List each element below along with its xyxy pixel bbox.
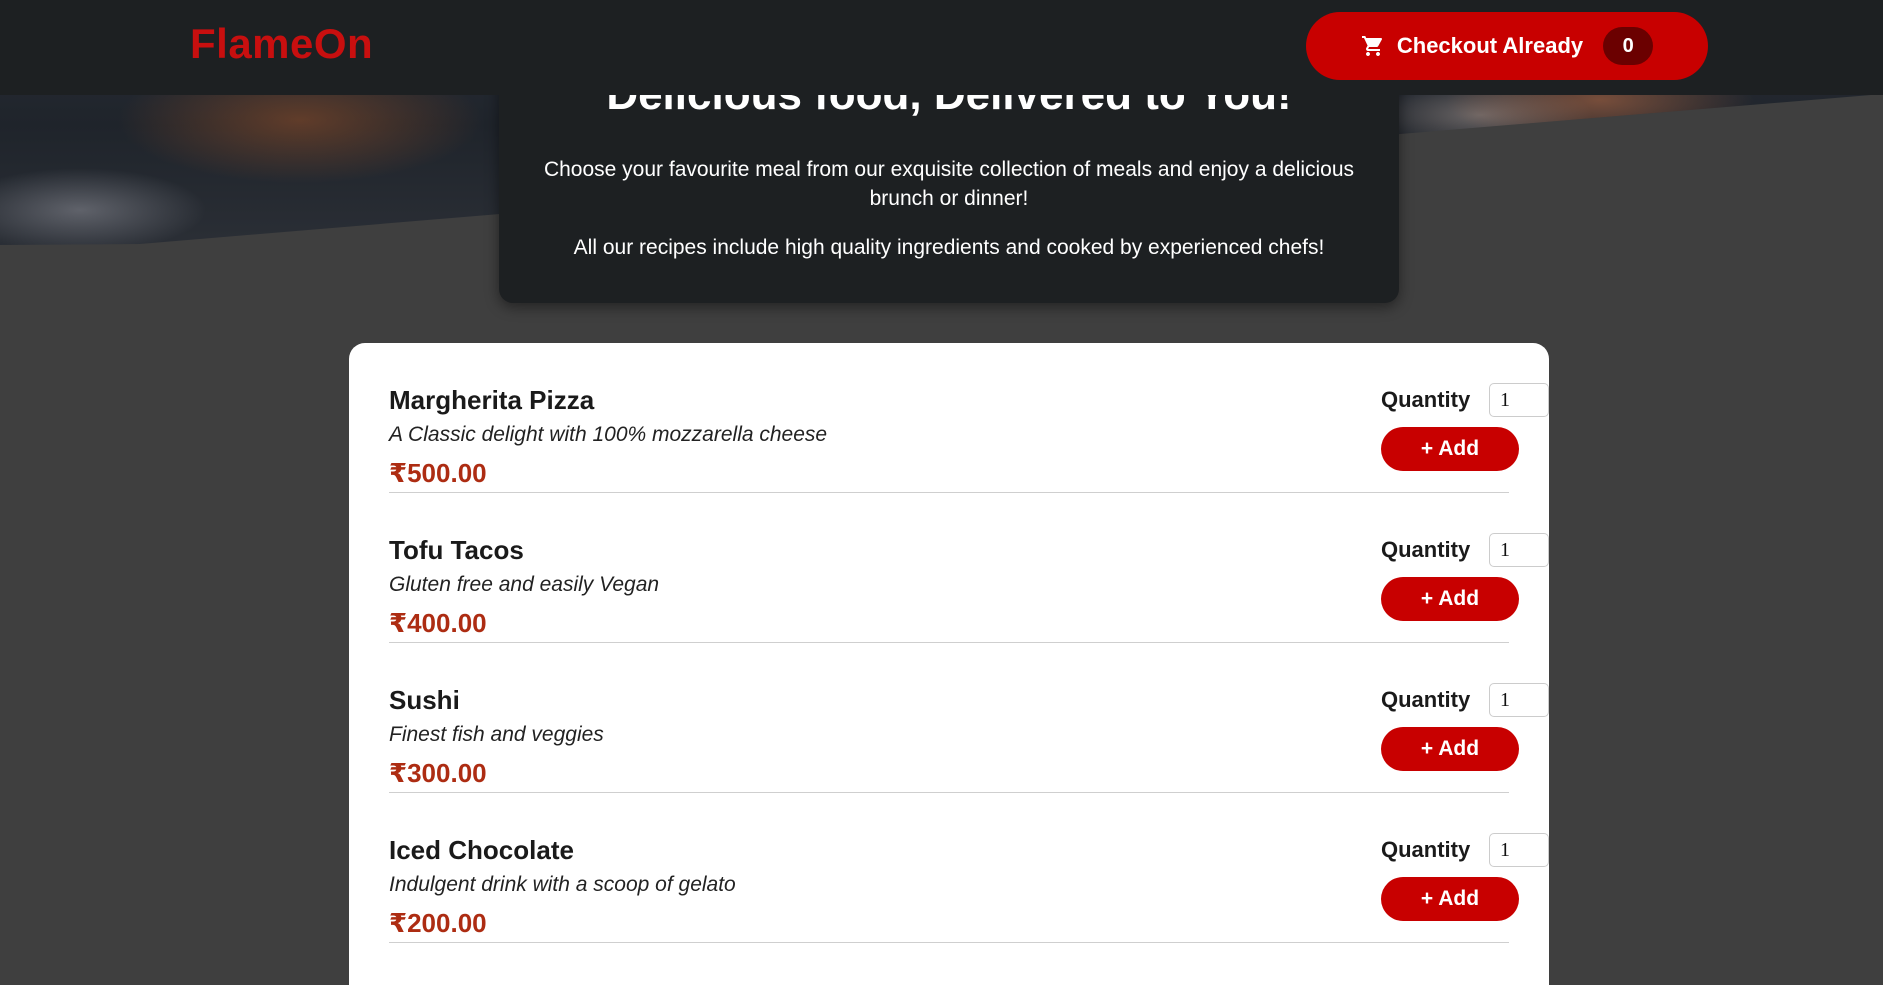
- add-button[interactable]: + Add: [1381, 877, 1519, 921]
- meal-item: Margherita Pizza A Classic delight with …: [389, 343, 1549, 493]
- meal-description: Finest fish and veggies: [389, 723, 604, 746]
- quantity-label: Quantity: [1381, 687, 1471, 712]
- meal-name: Tofu Tacos: [389, 535, 524, 565]
- meal-description: Indulgent drink with a scoop of gelato: [389, 873, 736, 896]
- header: FlameOn Checkout Already 0: [0, 0, 1883, 95]
- summary-text-1: Choose your favourite meal from our exqu…: [543, 158, 1355, 210]
- quantity-input[interactable]: [1489, 833, 1549, 867]
- summary-section: Delicious food, Delivered to You! Choose…: [499, 60, 1399, 303]
- meal-price: ₹200.00: [389, 908, 487, 938]
- add-button[interactable]: + Add: [1381, 727, 1519, 771]
- quantity-label: Quantity: [1381, 837, 1471, 862]
- meal-name: Margherita Pizza: [389, 385, 595, 415]
- quantity-input[interactable]: [1489, 533, 1549, 567]
- quantity-input[interactable]: [1489, 683, 1549, 717]
- add-button[interactable]: + Add: [1381, 577, 1519, 621]
- checkout-label: Checkout Already: [1396, 33, 1584, 58]
- add-button[interactable]: + Add: [1381, 427, 1519, 471]
- quantity-label: Quantity: [1381, 537, 1471, 562]
- quantity-input[interactable]: [1489, 383, 1549, 417]
- meal-item: Iced Chocolate Indulgent drink with a sc…: [389, 793, 1549, 943]
- meal-price: ₹400.00: [389, 608, 487, 638]
- meals-list: Margherita Pizza A Classic delight with …: [349, 343, 1549, 985]
- checkout-button[interactable]: Checkout Already 0: [1306, 12, 1708, 80]
- meal-name: Sushi: [389, 685, 460, 715]
- quantity-label: Quantity: [1381, 387, 1471, 412]
- cart-count-badge: 0: [1603, 27, 1654, 65]
- cart-icon: [1361, 34, 1385, 58]
- summary-text-2: All our recipes include high quality ing…: [573, 236, 1325, 259]
- meal-description: Gluten free and easily Vegan: [389, 573, 660, 596]
- meal-price: ₹500.00: [389, 458, 487, 488]
- meal-price: ₹300.00: [389, 758, 487, 788]
- meal-description: A Classic delight with 100% mozzarella c…: [389, 423, 828, 446]
- page: FlameOn Checkout Already 0 Delicious foo…: [0, 0, 1883, 985]
- brand-logo[interactable]: FlameOn: [190, 20, 373, 68]
- meal-name: Iced Chocolate: [389, 835, 574, 865]
- meal-item: Tofu Tacos Gluten free and easily Vegan …: [389, 493, 1549, 643]
- meal-item: Sushi Finest fish and veggies ₹300.00 Qu…: [389, 643, 1549, 793]
